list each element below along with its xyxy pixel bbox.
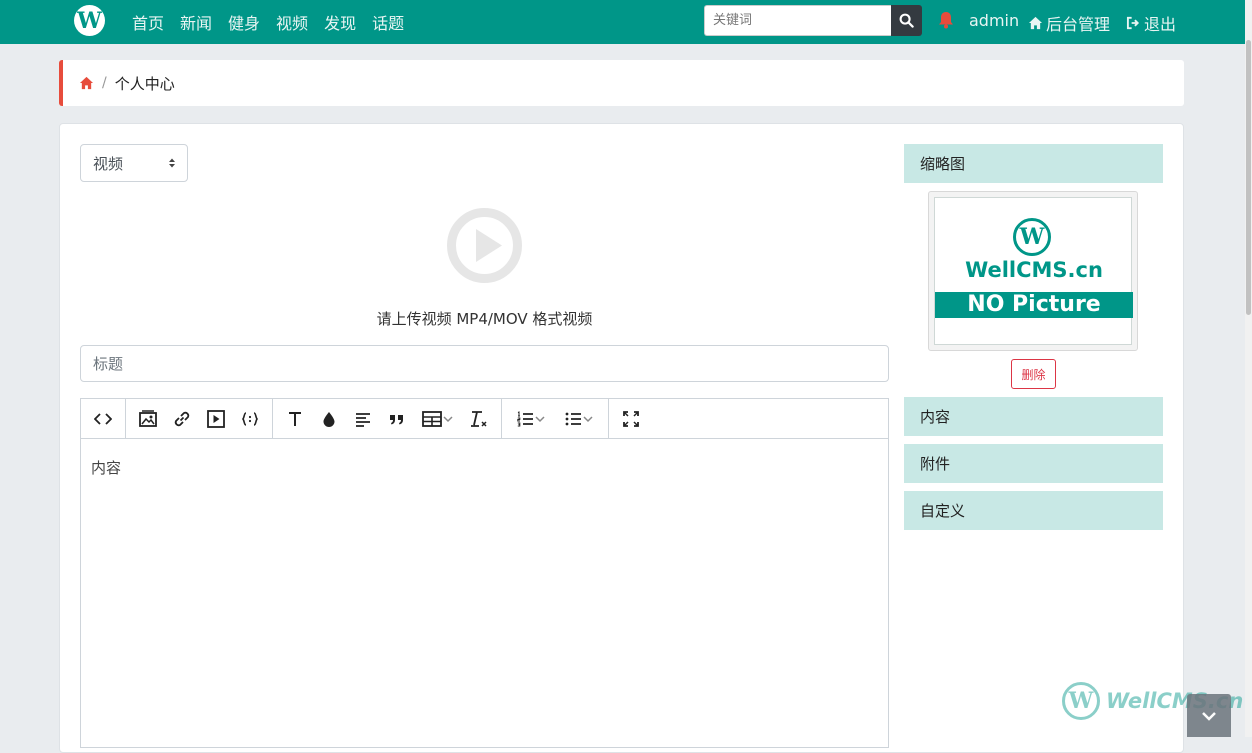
fullscreen-icon [623,410,639,427]
insert-table-button[interactable] [414,404,462,434]
image-icon [139,409,157,427]
clear-format-icon [471,410,487,427]
home-icon [1028,16,1043,30]
content-panel-header[interactable]: 内容 [904,397,1163,436]
home-icon[interactable] [79,76,94,90]
sign-out-icon [1126,16,1140,30]
search-input[interactable] [704,5,891,36]
align-icon [356,412,370,427]
link-icon [174,411,190,426]
logout-label: 退出 [1144,15,1177,34]
chevron-down-icon [583,415,593,422]
nav-link-fitness[interactable]: 健身 [228,10,260,34]
delete-thumbnail-button[interactable]: 删除 [1011,359,1056,389]
page-scrollbar[interactable] [1245,0,1252,737]
editor-placeholder: 内容 [91,459,122,477]
thumbnail-no-picture-text: NO Picture [935,292,1133,318]
code-view-button[interactable] [86,404,120,434]
clear-format-button[interactable] [462,404,496,434]
insert-image-button[interactable] [131,404,165,434]
bullet-list-button[interactable] [555,404,603,434]
text-color-button[interactable] [312,404,346,434]
chevron-down-icon [443,415,453,422]
editor-toolbar [81,398,888,439]
user-name-link[interactable]: admin [969,11,1019,30]
main-nav: 首页 新闻 健身 视频 发现 话题 [124,0,412,44]
top-navbar: W 首页 新闻 健身 视频 发现 话题 admin 后台管理 退出 [0,0,1252,44]
insert-video-button[interactable] [199,404,233,434]
select-arrows-icon [169,158,175,168]
chevron-down-icon [535,415,545,422]
quote-icon [390,414,403,424]
scroll-down-button[interactable] [1187,694,1231,737]
watermark-logo-letter: W [1068,688,1094,714]
text-icon [289,411,301,426]
admin-panel-label: 后台管理 [1046,15,1111,34]
blockquote-button[interactable] [380,404,414,434]
text-style-button[interactable] [278,404,312,434]
attachments-panel-header[interactable]: 附件 [904,444,1163,483]
thumbnail-logo-letter: W [1019,224,1045,250]
thumbnail-logo-icon: W [1013,218,1051,256]
thumbnail-image: W WellCMS.cn NO Picture [934,197,1133,345]
search-icon [899,13,914,28]
title-input[interactable] [80,345,889,382]
logout-link[interactable]: 退出 [1126,11,1176,35]
toolbar-group-source [81,398,126,439]
align-button[interactable] [346,404,380,434]
logo-letter: W [77,7,102,34]
notification-bell-icon[interactable] [938,11,954,29]
ordered-list-icon [517,410,533,426]
insert-link-button[interactable] [165,404,199,434]
insert-code-block-button[interactable] [233,404,267,434]
site-logo[interactable]: W [74,5,105,36]
watermark-logo-icon: W [1062,682,1100,720]
nav-link-news[interactable]: 新闻 [180,10,212,34]
editor-content-area[interactable]: 内容 [81,439,888,496]
admin-panel-link[interactable]: 后台管理 [1028,11,1110,35]
breadcrumb-current: 个人中心 [114,74,175,93]
rich-text-editor: 内容 [80,398,889,748]
thumbnail-preview[interactable]: W WellCMS.cn NO Picture [928,191,1138,351]
nav-link-video[interactable]: 视频 [276,10,308,34]
fullscreen-button[interactable] [614,404,648,434]
upload-hint: 请上传视频 MP4/MOV 格式视频 [376,310,593,328]
search-form [704,5,922,36]
content-type-select[interactable]: 视频 [80,144,188,182]
toolbar-group-view [609,399,653,439]
toolbar-group-insert [126,398,273,439]
thumbnail-panel-header[interactable]: 缩略图 [904,144,1163,183]
thumbnail-brand-text: WellCMS.cn [965,258,1103,282]
nav-link-home[interactable]: 首页 [132,10,164,34]
table-icon [422,410,442,427]
nav-link-topics[interactable]: 话题 [372,10,404,34]
ordered-list-button[interactable] [507,404,555,434]
toolbar-group-lists [502,398,609,439]
nav-link-discover[interactable]: 发现 [324,10,356,34]
breadcrumb-separator: / [102,75,107,91]
search-button[interactable] [891,5,922,36]
code-block-icon [242,411,258,426]
video-icon [207,409,225,428]
video-upload-play-icon[interactable] [446,207,523,284]
custom-panel-header[interactable]: 自定义 [904,491,1163,530]
chevron-down-icon [1202,711,1216,721]
page-scrollbar-thumb[interactable] [1246,40,1251,315]
content-type-value: 视频 [93,154,124,173]
breadcrumb: / 个人中心 [59,60,1184,106]
code-view-icon [94,412,112,425]
bullet-list-icon [565,412,581,425]
toolbar-group-format [273,398,502,439]
color-icon [323,411,335,427]
